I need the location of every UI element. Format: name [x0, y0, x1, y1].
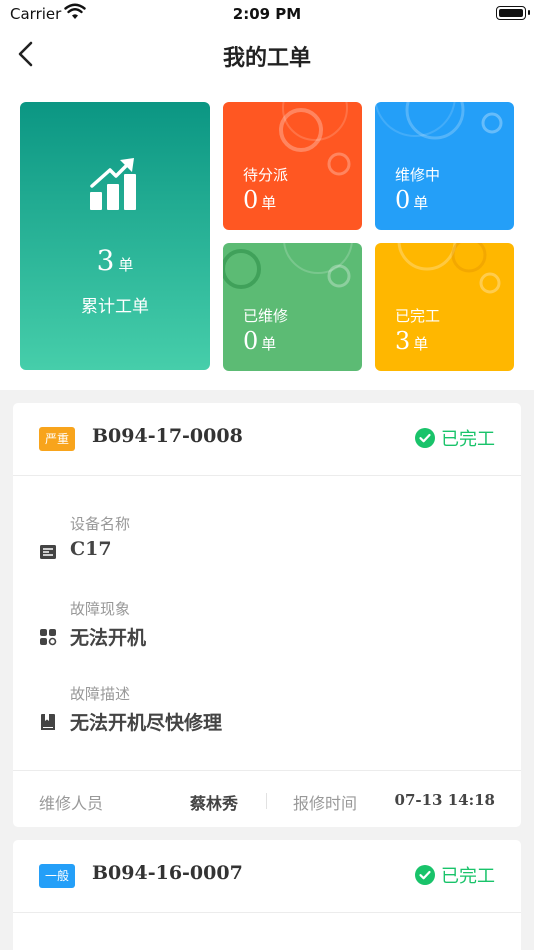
check-circle-icon [415, 865, 435, 885]
pending-count: 0单 [243, 186, 277, 214]
priority-badge: 一般 [39, 864, 76, 888]
status-badge: 已完工 [415, 862, 495, 888]
status-badge: 已完工 [415, 425, 495, 451]
status-bar: Carrier 2:09 PM [0, 0, 534, 28]
divider [266, 793, 267, 809]
stat-card-repaired[interactable]: 已维修 0单 [223, 243, 362, 371]
nav-bar: 我的工单 [0, 28, 534, 80]
staff-label: 维修人员 [39, 794, 104, 813]
work-order-code: B094-16-0007 [92, 862, 243, 884]
priority-badge: 严重 [39, 427, 76, 451]
work-order-code: B094-17-0008 [92, 425, 243, 447]
work-order-card[interactable]: 一般 B094-16-0007 已完工 [13, 840, 521, 950]
repairing-count: 0单 [395, 186, 429, 214]
repaired-count: 0单 [243, 327, 277, 355]
page-title: 我的工单 [222, 46, 311, 71]
report-time-label: 报修时间 [293, 794, 358, 813]
stat-card-total[interactable]: 3单 累计工单 [20, 102, 210, 370]
stat-card-done[interactable]: 已完工 3单 [375, 243, 514, 371]
pending-label: 待分派 [243, 166, 289, 184]
repaired-label: 已维修 [243, 307, 289, 325]
repairing-label: 维修中 [395, 166, 441, 184]
report-time: 07-13 14:18 [394, 791, 495, 809]
stat-card-pending[interactable]: 待分派 0单 [223, 102, 362, 230]
check-circle-icon [415, 428, 435, 448]
bar-chart-icon [90, 158, 136, 210]
device-icon [40, 545, 56, 559]
battery-icon [496, 6, 530, 20]
work-order-footer: 维修人员 蔡林秀 报修时间 07-13 14:18 [13, 770, 521, 827]
staff-name: 蔡林秀 [190, 794, 239, 813]
stat-card-repairing[interactable]: 维修中 0单 [375, 102, 514, 230]
clock: 2:09 PM [232, 5, 302, 23]
total-label: 累计工单 [81, 297, 149, 317]
done-label: 已完工 [395, 307, 441, 325]
total-count: 3单 [96, 244, 134, 277]
done-count: 3单 [395, 327, 429, 355]
work-order-card[interactable]: 严重 B094-17-0008 已完工 设备名称 C17 故障现象 无法开机 故… [13, 403, 521, 827]
apps-icon [40, 629, 57, 646]
work-order-header: 一般 B094-16-0007 已完工 [13, 840, 521, 913]
work-order-header: 严重 B094-17-0008 已完工 [13, 403, 521, 476]
book-icon [41, 714, 55, 730]
stats-panel: 3单 累计工单 待分派 0单 维修中 0单 已维修 0 单 已完工 3 单 [0, 80, 534, 390]
